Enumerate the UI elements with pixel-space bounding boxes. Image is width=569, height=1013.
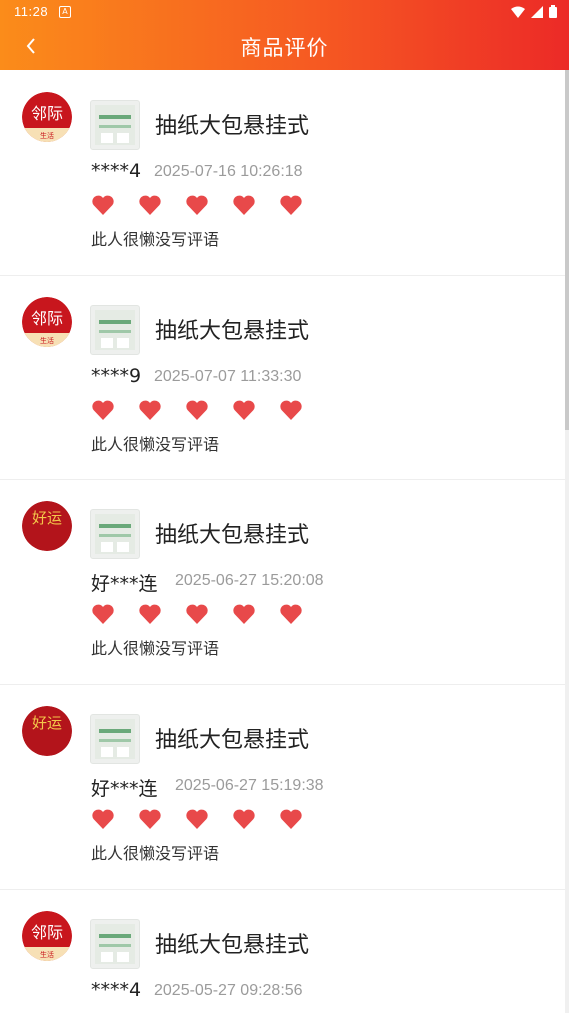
heart-icon [280,400,302,420]
heart-icon [233,400,255,420]
heart-icon [139,604,161,624]
review-timestamp: 2025-06-27 15:19:38 [175,777,324,794]
battery-icon [549,5,557,18]
product-thumbnail[interactable] [90,100,140,150]
heart-icon [139,195,161,215]
review-item: 邻际 生活 抽纸大包悬挂式 ****4 2025-07-16 10:26:18 … [0,70,565,276]
avatar: 邻际 生活 [22,911,72,961]
avatar: 邻际 生活 [22,297,72,347]
scrollbar-thumb[interactable] [565,70,569,430]
reviewer-name: ****4 [91,979,142,1001]
review-timestamp: 2025-06-27 15:20:08 [175,572,324,589]
heart-icon [139,809,161,829]
review-timestamp: 2025-07-07 11:33:30 [154,368,302,385]
review-comment: 此人很懒没写评语 [91,435,220,454]
heart-icon [233,809,255,829]
avatar-logo-text: 邻际 [31,104,63,123]
avatar-logo-subtext: 生活 [40,336,54,345]
status-bar: 11:28 A [0,0,569,24]
avatar-logo-subtext: 生活 [40,950,54,959]
product-thumbnail[interactable] [90,919,140,969]
product-thumbnail[interactable] [90,305,140,355]
heart-icon [139,400,161,420]
review-comment: 此人很懒没写评语 [91,844,220,863]
rating-hearts [91,808,303,830]
heart-icon [92,400,114,420]
heart-icon [280,195,302,215]
reviewer-name: 好***连 [91,778,158,800]
product-thumbnail[interactable] [90,714,140,764]
heart-icon [92,195,114,215]
rating-hearts [91,399,303,421]
avatar-logo-text: 邻际 [31,923,63,942]
avatar: 好运 [22,501,72,551]
heart-icon [233,604,255,624]
heart-icon [280,604,302,624]
heart-icon [280,809,302,829]
heart-icon [92,604,114,624]
product-name: 抽纸大包悬挂式 [155,933,310,958]
product-thumbnail[interactable] [90,509,140,559]
status-icons [511,5,557,18]
rating-hearts [91,194,303,216]
wifi-icon [511,6,525,18]
heart-icon [186,604,208,624]
heart-icon [186,195,208,215]
notification-icon: A [59,6,71,18]
reviewer-name: ****9 [91,365,142,387]
review-timestamp: 2025-05-27 09:28:56 [154,982,303,999]
app-header: 11:28 A 商品评价 [0,0,569,70]
reviewer-name: ****4 [91,160,142,182]
review-item: 邻际 生活 抽纸大包悬挂式 ****4 2025-05-27 09:28:56 [0,889,565,1013]
product-name: 抽纸大包悬挂式 [155,523,310,548]
heart-icon [92,809,114,829]
heart-icon [186,809,208,829]
heart-icon [233,195,255,215]
product-name: 抽纸大包悬挂式 [155,114,310,139]
avatar-logo-text: 好运 [32,714,62,732]
review-item: 好运 抽纸大包悬挂式 好***连 2025-06-27 15:19:38 此人很… [0,684,565,890]
product-name: 抽纸大包悬挂式 [155,319,310,344]
review-timestamp: 2025-07-16 10:26:18 [154,163,303,180]
review-item: 邻际 生活 抽纸大包悬挂式 ****9 2025-07-07 11:33:30 … [0,275,565,480]
signal-icon [531,5,543,18]
avatar: 邻际 生活 [22,92,72,142]
product-name: 抽纸大包悬挂式 [155,728,310,753]
review-item: 好运 抽纸大包悬挂式 好***连 2025-06-27 15:20:08 此人很… [0,479,565,685]
heart-icon [186,400,208,420]
avatar-logo-subtext: 生活 [40,131,54,140]
page-title: 商品评价 [240,36,329,60]
avatar-logo-text: 好运 [32,509,62,527]
avatar: 好运 [22,706,72,756]
reviewer-name: 好***连 [91,573,158,595]
review-comment: 此人很懒没写评语 [91,230,220,249]
status-time: 11:28 [14,4,49,19]
review-comment: 此人很懒没写评语 [91,639,220,658]
avatar-logo-text: 邻际 [31,309,63,328]
rating-hearts [91,603,303,625]
